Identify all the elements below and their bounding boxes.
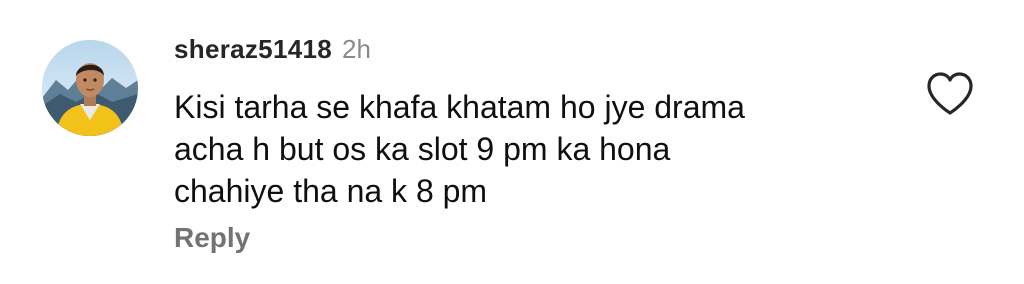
reply-button[interactable]: Reply: [174, 222, 250, 254]
comment-header: sheraz51418 2h: [174, 34, 371, 70]
username-link[interactable]: sheraz51418: [174, 34, 332, 65]
comment: sheraz51418 2h Kisi tarha se khafa khata…: [0, 0, 1024, 284]
heart-outline-icon: [927, 72, 973, 115]
avatar[interactable]: [42, 40, 138, 136]
avatar-photo: [42, 40, 138, 136]
timestamp: 2h: [341, 34, 371, 64]
like-button[interactable]: [924, 70, 976, 118]
comment-text: Kisi tarha se khafa khatam ho jye drama …: [174, 89, 745, 209]
